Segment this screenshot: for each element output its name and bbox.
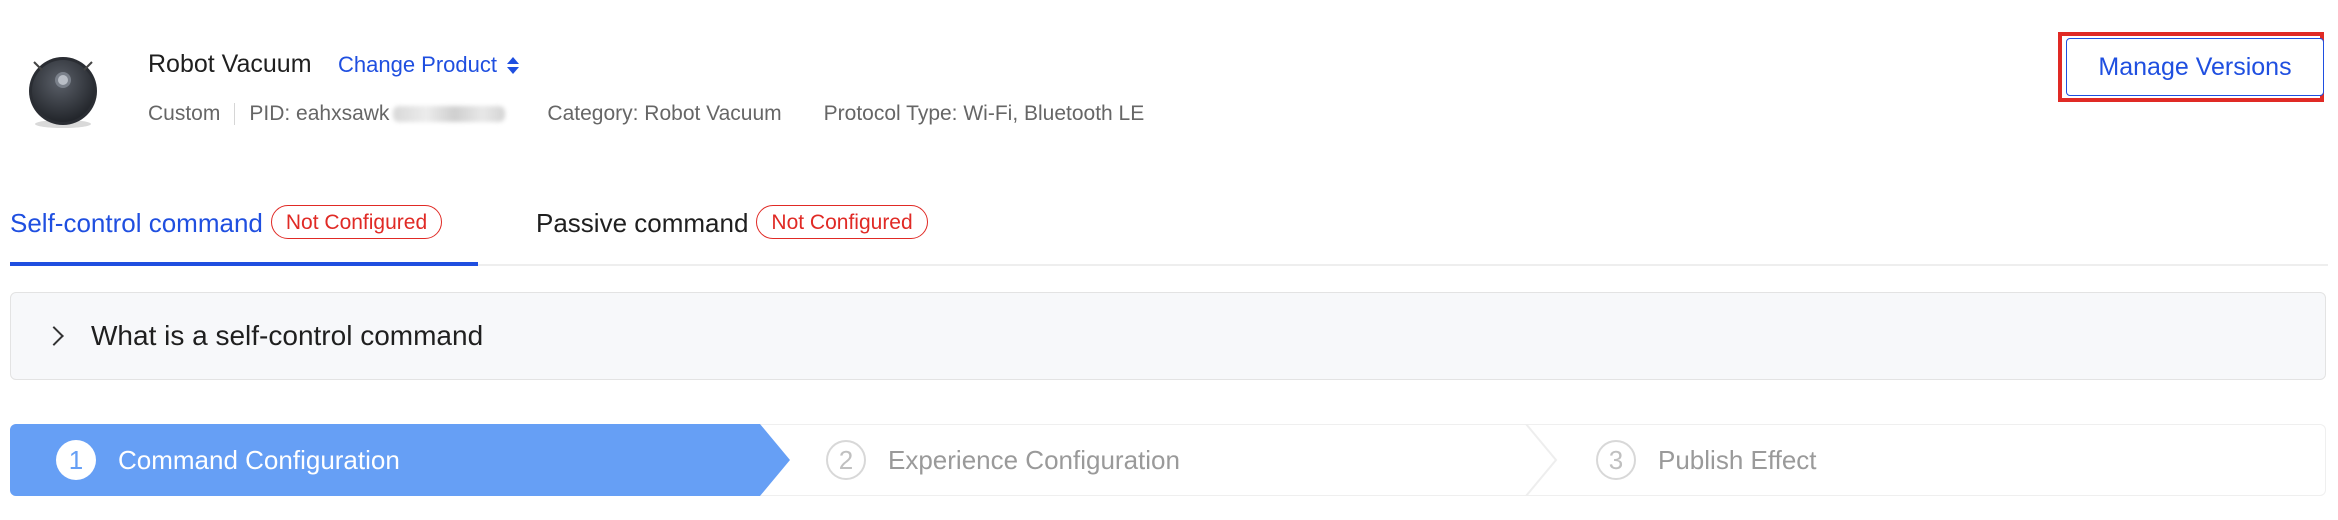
step-label: Experience Configuration	[888, 444, 1180, 475]
change-product-link[interactable]: Change Product	[338, 52, 519, 78]
status-badge: Not Configured	[270, 205, 443, 239]
meta-divider	[234, 103, 236, 125]
chevron-right-icon	[44, 326, 64, 346]
config-steps: 1 Command Configuration 2 Experience Con…	[10, 424, 2326, 496]
step-publish-effect[interactable]: 3 Publish Effect	[1596, 424, 1817, 496]
change-product-label: Change Product	[338, 52, 497, 77]
self-control-help-panel[interactable]: What is a self-control command	[10, 292, 2326, 380]
protocol-type: Protocol Type: Wi-Fi, Bluetooth LE	[823, 102, 1145, 125]
tab-label: Passive command	[536, 208, 749, 238]
step-number: 3	[1596, 440, 1636, 480]
step-number: 2	[826, 440, 866, 480]
step-number: 1	[56, 440, 96, 480]
command-tabs: Self-control command Not Configured Pass…	[10, 200, 2328, 266]
panel-title: What is a self-control command	[91, 320, 484, 351]
manage-versions-button[interactable]: Manage Versions	[2066, 38, 2324, 96]
step-command-configuration[interactable]: 1 Command Configuration	[10, 424, 790, 496]
product-name: Robot Vacuum	[148, 50, 312, 78]
tab-self-control-command[interactable]: Self-control command Not Configured	[10, 200, 478, 266]
step-label: Publish Effect	[1658, 444, 1817, 475]
product-meta: Custom PID: eahxsawk Category: Robot Vac…	[148, 102, 1144, 126]
product-pid: PID: eahxsawk	[249, 102, 390, 125]
status-badge: Not Configured	[756, 205, 928, 239]
tab-label: Self-control command	[10, 208, 263, 238]
sort-caret-icon	[507, 56, 519, 74]
step-label: Command Configuration	[118, 444, 400, 475]
product-type: Custom	[148, 102, 221, 125]
robot-vacuum-icon	[29, 57, 97, 128]
step-experience-configuration[interactable]: 2 Experience Configuration	[826, 424, 1180, 496]
pid-redacted	[393, 106, 506, 122]
step-divider-icon	[1525, 424, 1558, 496]
product-category: Category: Robot Vacuum	[547, 102, 782, 125]
tab-passive-command[interactable]: Passive command Not Configured	[536, 200, 928, 264]
